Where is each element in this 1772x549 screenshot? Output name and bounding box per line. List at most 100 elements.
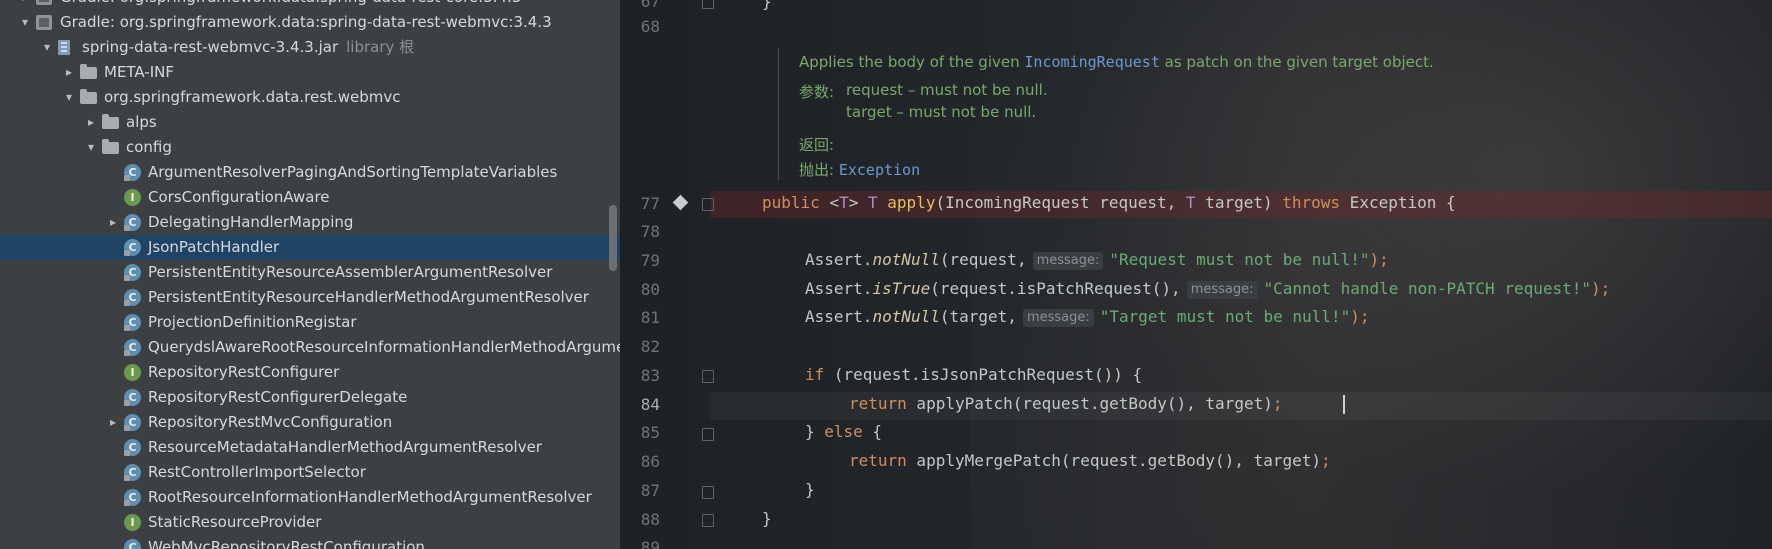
tree-node[interactable]: C JsonPatchHandler bbox=[0, 235, 620, 260]
tree-node[interactable]: C PersistentEntityResourceAssemblerArgume… bbox=[0, 260, 620, 285]
tree-node-label: Gradle: org.springframework.data:spring-… bbox=[60, 13, 552, 31]
line-number: 82 bbox=[640, 337, 660, 356]
jar-icon bbox=[58, 40, 70, 55]
chevron-down-icon[interactable]: ▾ bbox=[62, 85, 76, 110]
tree-node[interactable]: I RepositoryRestConfigurer bbox=[0, 360, 620, 385]
fold-marker-icon[interactable] bbox=[702, 486, 714, 499]
fold-marker-icon[interactable] bbox=[702, 370, 714, 383]
javadoc-render[interactable]: Applies the body of the given IncomingRe… bbox=[778, 48, 1499, 180]
code-line-85[interactable]: } else { bbox=[805, 422, 882, 441]
editor-gutter[interactable]: 67 68 77 78 79 80 81 82 83 84 85 86 87 8… bbox=[620, 0, 714, 549]
code-line-83[interactable]: if (request.isJsonPatchRequest()) { bbox=[805, 365, 1142, 384]
class-icon: C bbox=[124, 414, 141, 431]
tree-node-label: RepositoryRestConfigurerDelegate bbox=[148, 388, 408, 406]
class-icon: C bbox=[124, 389, 141, 406]
tree-node[interactable]: ▸ C DelegatingHandlerMapping bbox=[0, 210, 620, 235]
folder-icon bbox=[102, 139, 119, 154]
tree-node[interactable]: ▸ META-INF bbox=[0, 60, 620, 85]
code-editor[interactable]: 67 68 77 78 79 80 81 82 83 84 85 86 87 8… bbox=[620, 0, 1772, 549]
tree-node[interactable]: I CorsConfigurationAware bbox=[0, 185, 620, 210]
code-line-86[interactable]: return applyMergePatch(request.getBody()… bbox=[849, 451, 1331, 470]
class-icon: C bbox=[124, 539, 141, 549]
tree-node[interactable]: C RootResourceInformationHandlerMethodArg… bbox=[0, 485, 620, 510]
tree-node-label: PersistentEntityResourceHandlerMethodArg… bbox=[148, 288, 589, 306]
gradle-library-icon bbox=[36, 15, 52, 30]
code-line-88[interactable]: } bbox=[762, 509, 772, 528]
interface-icon: I bbox=[124, 189, 141, 206]
fold-marker-icon[interactable] bbox=[702, 428, 714, 441]
line-number: 78 bbox=[640, 222, 660, 241]
text-caret bbox=[1343, 395, 1345, 414]
fold-marker-icon[interactable] bbox=[702, 514, 714, 527]
tree-node[interactable]: ▾ config bbox=[0, 135, 620, 160]
doc-link-exception[interactable]: Exception bbox=[839, 161, 920, 179]
tree-node-label: META-INF bbox=[104, 63, 175, 81]
tree-node-label: config bbox=[126, 138, 172, 156]
tree-node-label: ArgumentResolverPagingAndSortingTemplate… bbox=[148, 163, 558, 181]
doc-params-label: 参数: bbox=[799, 83, 835, 101]
folder-icon bbox=[80, 64, 97, 79]
doc-throws-label: 抛出: Exception bbox=[799, 161, 921, 179]
chevron-right-icon[interactable]: ▸ bbox=[106, 210, 120, 235]
code-line-80[interactable]: Assert.isTrue(request.isPatchRequest(), m… bbox=[805, 279, 1610, 299]
chevron-down-icon[interactable]: ▾ bbox=[40, 35, 54, 60]
code-line-79[interactable]: Assert.notNull(request, message: "Request … bbox=[805, 250, 1389, 270]
fold-marker-icon[interactable] bbox=[702, 0, 714, 9]
project-tree-panel[interactable]: ▸ Gradle: org.springframework.data:spring… bbox=[0, 0, 620, 549]
line-number: 79 bbox=[640, 251, 660, 270]
tree-node[interactable]: C QuerydslAwareRootResourceInformationHan… bbox=[0, 335, 620, 360]
tree-node-label: ResourceMetadataHandlerMethodArgumentRes… bbox=[148, 438, 542, 456]
fold-marker-icon[interactable] bbox=[702, 198, 714, 211]
tree-node[interactable]: ▾ spring-data-rest-webmvc-3.4.3.jar librar… bbox=[0, 35, 620, 60]
class-icon: C bbox=[124, 314, 141, 331]
doc-param-request: request – must not be null. bbox=[846, 81, 1048, 99]
code-line-84[interactable]: return applyPatch(request.getBody(), tar… bbox=[849, 394, 1282, 413]
param-hint: message: bbox=[1022, 309, 1094, 327]
tree-node[interactable]: ▸ Gradle: org.springframework.data:spring… bbox=[0, 0, 620, 10]
chevron-right-icon[interactable]: ▸ bbox=[62, 60, 76, 85]
class-icon: C bbox=[124, 464, 141, 481]
code-line-87[interactable]: } bbox=[805, 480, 815, 499]
class-icon: C bbox=[124, 239, 141, 256]
doc-param-target: target – must not be null. bbox=[846, 103, 1037, 121]
class-icon: C bbox=[124, 264, 141, 281]
gradle-library-icon bbox=[36, 0, 52, 5]
tree-node-label: DelegatingHandlerMapping bbox=[148, 213, 354, 231]
tree-node[interactable]: ▸ alps bbox=[0, 110, 620, 135]
tree-scrollbar-thumb[interactable] bbox=[609, 205, 617, 271]
line-number: 89 bbox=[640, 538, 660, 549]
tree-node[interactable]: C ProjectionDefinitionRegistar bbox=[0, 310, 620, 335]
tree-node[interactable]: C ArgumentResolverPagingAndSortingTemplat… bbox=[0, 160, 620, 185]
tree-node[interactable]: C ResourceMetadataHandlerMethodArgumentRe… bbox=[0, 435, 620, 460]
tree-node[interactable]: C RestControllerImportSelector bbox=[0, 460, 620, 485]
code-line-67[interactable]: } bbox=[762, 0, 772, 11]
chevron-right-icon[interactable]: ▸ bbox=[106, 410, 120, 435]
override-marker-icon[interactable] bbox=[672, 194, 689, 211]
line-number: 80 bbox=[640, 280, 660, 299]
tree-node-label: RepositoryRestConfigurer bbox=[148, 363, 340, 381]
code-line-81[interactable]: Assert.notNull(target, message: "Target mu… bbox=[805, 307, 1369, 327]
chevron-down-icon[interactable]: ▾ bbox=[18, 10, 32, 35]
line-number: 83 bbox=[640, 366, 660, 385]
tree-node-label: PersistentEntityResourceAssemblerArgumen… bbox=[148, 263, 553, 281]
line-number: 77 bbox=[640, 194, 660, 213]
doc-link-incomingrequest[interactable]: IncomingRequest bbox=[1024, 53, 1159, 71]
interface-icon: I bbox=[124, 514, 141, 531]
line-number: 67 bbox=[640, 0, 660, 11]
tree-node[interactable]: C WebMvcRepositoryRestConfiguration bbox=[0, 535, 620, 549]
chevron-down-icon[interactable]: ▾ bbox=[84, 135, 98, 160]
chevron-right-icon[interactable]: ▸ bbox=[84, 110, 98, 135]
tree-node[interactable]: ▸ C RepositoryRestMvcConfiguration bbox=[0, 410, 620, 435]
tree-node-label: Gradle: org.springframework.data:spring-… bbox=[60, 0, 521, 10]
tree-node-label: spring-data-rest-webmvc-3.4.3.jar library… bbox=[82, 38, 415, 56]
tree-node[interactable]: C PersistentEntityResourceHandlerMethodAr… bbox=[0, 285, 620, 310]
class-icon: C bbox=[124, 439, 141, 456]
tree-node[interactable]: ▾ org.springframework.data.rest.webmvc bbox=[0, 85, 620, 110]
tree-node[interactable]: I StaticResourceProvider bbox=[0, 510, 620, 535]
tree-node[interactable]: ▾ Gradle: org.springframework.data:spring… bbox=[0, 10, 620, 35]
tree-node[interactable]: C RepositoryRestConfigurerDelegate bbox=[0, 385, 620, 410]
interface-icon: I bbox=[124, 364, 141, 381]
chevron-right-icon[interactable]: ▸ bbox=[18, 0, 32, 10]
code-line-77[interactable]: public <T> T apply(IncomingRequest reque… bbox=[762, 193, 1456, 212]
tree-node-label: WebMvcRepositoryRestConfiguration bbox=[148, 538, 425, 549]
